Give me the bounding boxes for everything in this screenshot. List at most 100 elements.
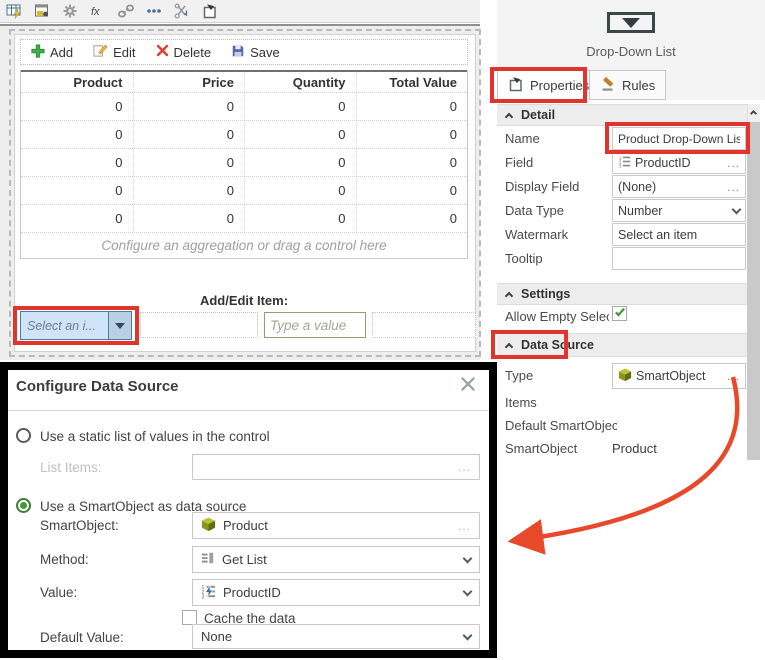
- edit-label: Edit: [113, 44, 136, 60]
- tab-properties-label: Properties: [530, 77, 590, 93]
- save-label: Save: [250, 44, 280, 60]
- field-ellipsis-button[interactable]: ...: [727, 157, 740, 169]
- smartobject-radio[interactable]: [16, 498, 31, 513]
- dropdown-open-button[interactable]: [108, 312, 131, 339]
- list-items-ellipsis-button[interactable]: ...: [458, 461, 471, 473]
- cache-data-checkbox[interactable]: [182, 610, 197, 625]
- type-ellipsis-button[interactable]: ...: [727, 370, 740, 382]
- section-settings[interactable]: Settings: [497, 283, 747, 305]
- type-label: Type: [505, 368, 534, 383]
- add-plus-icon: [31, 43, 45, 61]
- app-root: fx Add Edit Delete Save Product Price Qu…: [0, 0, 765, 660]
- table-cell: 0: [132, 177, 245, 204]
- properties-clipboard-icon: [508, 76, 524, 95]
- data-type-select[interactable]: Number: [612, 199, 746, 222]
- default-value-value: None: [201, 629, 233, 644]
- function-fx-icon[interactable]: fx: [89, 3, 106, 20]
- list-view-table: Product Price Quantity Total Value 0 0 0…: [20, 70, 468, 259]
- allow-empty-checkbox[interactable]: [612, 306, 627, 321]
- add-button[interactable]: Add: [31, 43, 73, 61]
- collapse-chevron-icon: [504, 342, 514, 351]
- table-cell: 0: [244, 177, 356, 204]
- numbered-list-lightning-icon: 123: [201, 583, 216, 602]
- tab-properties[interactable]: Properties: [497, 70, 601, 100]
- col-header-quantity: Quantity: [244, 72, 356, 92]
- edit-pencil-icon: [93, 43, 108, 61]
- smartobject-field-value: Product: [223, 518, 268, 533]
- watermark-label: Watermark: [505, 227, 569, 242]
- col-header-product: Product: [73, 74, 123, 90]
- chevron-down-icon: [462, 586, 473, 596]
- control-type-label: Drop-Down List: [586, 44, 676, 59]
- data-type-label: Data Type: [505, 203, 565, 218]
- ellipsis-menu-icon[interactable]: [145, 3, 162, 20]
- table-cell: 0: [244, 205, 356, 232]
- data-type-value: Number: [618, 203, 663, 218]
- default-value-select[interactable]: None: [192, 624, 480, 649]
- smartobject-cube-icon: [201, 516, 216, 535]
- section-detail[interactable]: Detail: [497, 104, 747, 126]
- product-dropdown-control[interactable]: Select an i...: [20, 311, 132, 340]
- smartobject-ellipsis-button[interactable]: ...: [458, 520, 471, 532]
- static-list-radio[interactable]: [16, 428, 31, 443]
- paste-control-icon[interactable]: [201, 3, 218, 20]
- field-value: ProductID: [635, 155, 691, 170]
- type-picker[interactable]: SmartObject ...: [612, 363, 746, 389]
- type-value: SmartObject: [636, 369, 706, 383]
- display-field-ellipsis-button[interactable]: ...: [727, 181, 740, 193]
- tab-rules[interactable]: Rules: [589, 70, 667, 100]
- value-select[interactable]: 123 ProductID: [192, 579, 480, 606]
- list-action-bar: Add Edit Delete Save: [20, 39, 468, 65]
- table-cell: 0: [115, 99, 123, 114]
- default-value-label: Default Value:: [40, 630, 124, 645]
- name-input[interactable]: Product Drop-Down List: [612, 127, 746, 150]
- table-cell: 0: [355, 121, 468, 148]
- save-button[interactable]: Save: [231, 44, 280, 61]
- section-data-source-title: Data Source: [521, 338, 594, 352]
- method-field-label: Method:: [40, 552, 89, 567]
- tab-rules-label: Rules: [622, 77, 656, 93]
- scrollbar-thumb[interactable]: [747, 122, 760, 460]
- name-value: Product Drop-Down List: [618, 131, 740, 146]
- table-cell: 0: [132, 121, 245, 148]
- field-picker[interactable]: 123 ProductID ...: [612, 151, 746, 174]
- checkmark-icon: [614, 305, 626, 323]
- section-data-source[interactable]: Data Source: [497, 333, 747, 357]
- table-lightning-icon[interactable]: [5, 3, 22, 20]
- smartobject-picker[interactable]: Product ...: [192, 512, 480, 539]
- table-cell: 0: [132, 205, 245, 232]
- col-header-price: Price: [132, 72, 245, 92]
- delete-button[interactable]: Delete: [156, 44, 211, 60]
- smartobject-field-label: SmartObject:: [40, 518, 119, 533]
- form-style-icon[interactable]: [33, 3, 50, 20]
- watermark-value: Select an item: [618, 227, 698, 242]
- display-field-picker[interactable]: (None) ...: [612, 175, 746, 198]
- table-cell: 0: [115, 127, 123, 142]
- scroll-up-arrow[interactable]: [747, 104, 760, 120]
- chevron-down-icon: [462, 630, 473, 640]
- add-edit-item-label: Add/Edit Item:: [199, 293, 289, 308]
- designer-toolbar: fx: [0, 0, 480, 23]
- collapse-chevron-icon: [504, 291, 514, 300]
- list-items-input[interactable]: ...: [192, 454, 480, 480]
- section-settings-title: Settings: [521, 287, 571, 301]
- table-cell: 0: [355, 93, 468, 120]
- watermark-input[interactable]: Select an item: [612, 223, 746, 246]
- disconnect-tool-icon[interactable]: [173, 3, 190, 20]
- dropdown-list-control-icon: [607, 12, 655, 33]
- name-label: Name: [505, 131, 540, 146]
- price-input[interactable]: [140, 312, 258, 338]
- gear-icon[interactable]: [61, 3, 78, 20]
- total-value-input[interactable]: [372, 312, 476, 338]
- close-icon[interactable]: [459, 375, 477, 398]
- method-select[interactable]: Get List: [192, 546, 480, 573]
- numbered-list-icon: 123: [618, 155, 631, 171]
- broken-link-icon[interactable]: [117, 3, 134, 20]
- table-row: 0 0 0 0: [21, 176, 467, 204]
- edit-button[interactable]: Edit: [93, 43, 136, 61]
- tooltip-input[interactable]: [612, 247, 746, 270]
- quantity-input[interactable]: [264, 312, 366, 338]
- collapse-chevron-icon: [504, 112, 514, 121]
- table-row: 0 0 0 0: [21, 204, 467, 232]
- aggregation-drop-zone[interactable]: Configure an aggregation or drag a contr…: [21, 232, 467, 258]
